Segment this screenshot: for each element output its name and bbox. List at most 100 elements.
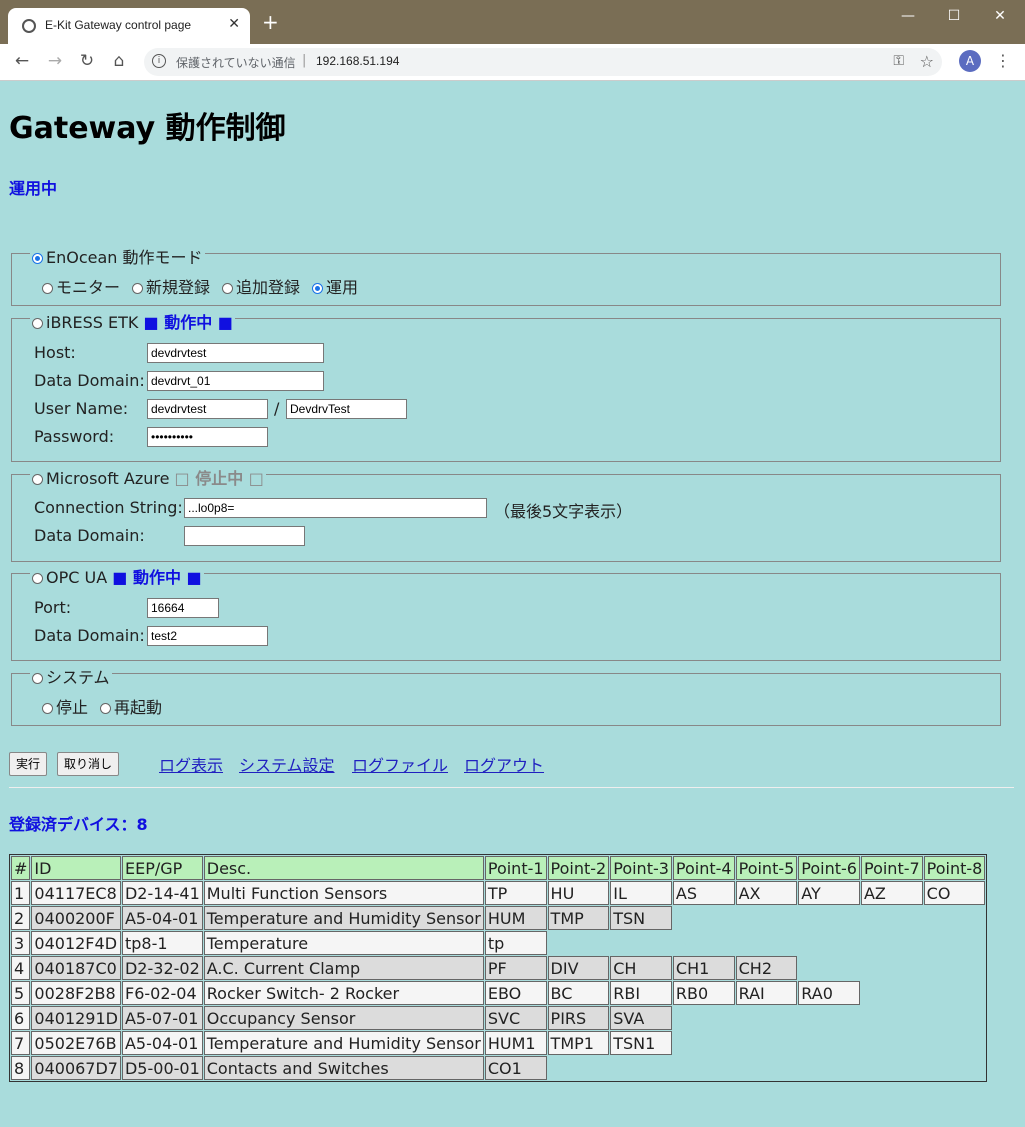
system-radio[interactable] xyxy=(32,673,43,684)
table-cell: F6-02-04 xyxy=(121,981,203,1005)
url-separator: | xyxy=(302,53,307,68)
browser-toolbar: ← → ↻ ⌂ i 保護されていない通信 | 192.168.51.194 ⚿ … xyxy=(0,44,1025,81)
tab-close-icon[interactable]: ✕ xyxy=(228,16,240,32)
key-icon[interactable]: ⚿ xyxy=(893,53,904,69)
table-cell: AY xyxy=(798,881,860,905)
table-cell: HUM1 xyxy=(484,1031,547,1055)
user-name-alt-input[interactable] xyxy=(286,399,407,419)
cancel-button[interactable]: 取り消し xyxy=(57,752,120,776)
table-cell: TSN xyxy=(610,906,672,930)
table-cell: CH xyxy=(610,956,672,980)
ibress-domain-input[interactable] xyxy=(147,371,324,391)
mode-new-registration[interactable]: 新規登録 xyxy=(132,274,210,298)
back-icon[interactable]: ← xyxy=(11,51,33,71)
table-cell: TMP xyxy=(547,906,610,930)
system-restart[interactable]: 再起動 xyxy=(100,694,162,718)
maximize-icon[interactable]: ☐ xyxy=(944,8,964,24)
table-cell: BC xyxy=(547,981,610,1005)
mode-monitor[interactable]: モニター xyxy=(42,274,120,298)
table-cell-empty xyxy=(924,1056,986,1080)
profile-avatar[interactable]: A xyxy=(959,50,981,72)
browser-tab[interactable]: E-Kit Gateway control page ✕ xyxy=(8,8,250,44)
enocean-radio[interactable] xyxy=(32,253,43,264)
table-cell: D2-14-41 xyxy=(121,881,203,905)
more-menu-icon[interactable]: ⋮ xyxy=(995,51,1011,70)
table-row: 3 04012F4D tp8-1 Temperature tp xyxy=(11,931,985,955)
log-view-link[interactable]: ログ表示 xyxy=(159,752,223,776)
table-cell: Contacts and Switches xyxy=(203,1056,484,1080)
table-cell: HUM xyxy=(484,906,547,930)
url-text[interactable]: 192.168.51.194 xyxy=(316,54,399,68)
ibress-radio[interactable] xyxy=(32,318,43,329)
table-cell: CO1 xyxy=(484,1056,547,1080)
user-slash: / xyxy=(274,399,280,418)
password-input[interactable] xyxy=(147,427,268,447)
table-cell: IL xyxy=(610,881,672,905)
new-tab-icon[interactable]: + xyxy=(262,12,279,32)
azure-domain-label: Data Domain: xyxy=(34,526,145,545)
opcua-domain-input[interactable] xyxy=(147,626,268,646)
opcua-status: ■ 動作中 ■ xyxy=(112,568,202,587)
table-cell: Multi Function Sensors xyxy=(203,881,484,905)
system-settings-link[interactable]: システム設定 xyxy=(239,752,335,776)
table-row: 5 0028F2B8 F6-02-04 Rocker Switch- 2 Rocker… xyxy=(11,981,985,1005)
execute-button[interactable]: 実行 xyxy=(9,752,48,776)
log-file-link[interactable]: ログファイル xyxy=(352,752,448,776)
column-header: ID xyxy=(31,856,121,880)
address-bar[interactable]: i 保護されていない通信 | 192.168.51.194 ⚿ ☆ xyxy=(144,48,942,76)
table-cell: D5-00-01 xyxy=(121,1056,203,1080)
azure-radio[interactable] xyxy=(32,474,43,485)
logout-link[interactable]: ログアウト xyxy=(464,752,544,776)
azure-domain-input[interactable] xyxy=(184,526,305,546)
ibress-domain-label: Data Domain: xyxy=(34,371,145,390)
azure-legend: Microsoft Azure □ 停止中 □ xyxy=(30,465,266,489)
table-cell: 8 xyxy=(11,1056,31,1080)
port-input[interactable] xyxy=(147,598,219,618)
table-cell: TSN1 xyxy=(610,1031,672,1055)
bookmark-star-icon[interactable]: ☆ xyxy=(920,52,934,71)
info-icon[interactable]: i xyxy=(152,54,166,68)
host-input[interactable] xyxy=(147,343,324,363)
system-restart-label: 再起動 xyxy=(114,698,163,717)
table-cell: RA0 xyxy=(798,981,860,1005)
azure-status: □ 停止中 □ xyxy=(174,469,264,488)
table-cell-empty xyxy=(924,931,986,955)
forward-icon[interactable]: → xyxy=(44,51,66,71)
mode-operation-radio[interactable] xyxy=(312,283,323,294)
system-stop-radio[interactable] xyxy=(42,703,53,714)
column-header: Point-1 xyxy=(484,856,547,880)
table-cell: 04117EC8 xyxy=(31,881,121,905)
operation-status: 運用中 xyxy=(9,179,58,198)
user-name-input[interactable] xyxy=(147,399,268,419)
mode-add-radio[interactable] xyxy=(222,283,233,294)
table-cell: tp xyxy=(484,931,547,955)
mode-add-registration[interactable]: 追加登録 xyxy=(222,274,300,298)
table-row: 2 0400200F A5-04-01 Temperature and Humidit… xyxy=(11,906,985,930)
table-cell-empty xyxy=(673,1031,735,1055)
table-cell-empty xyxy=(798,1006,860,1030)
reload-icon[interactable]: ↻ xyxy=(76,51,98,71)
table-cell: Rocker Switch- 2 Rocker xyxy=(203,981,484,1005)
mode-operation[interactable]: 運用 xyxy=(312,274,358,298)
connection-string-input[interactable] xyxy=(184,498,487,518)
user-name-label: User Name: xyxy=(34,399,129,418)
tab-title: E-Kit Gateway control page xyxy=(45,18,192,32)
table-cell: 4 xyxy=(11,956,31,980)
mode-monitor-radio[interactable] xyxy=(42,283,53,294)
ibress-fieldset: iBRESS ETK ■ 動作中 ■ Host: Data Domain: Us… xyxy=(11,309,1001,462)
table-cell-empty xyxy=(610,931,672,955)
system-restart-radio[interactable] xyxy=(100,703,111,714)
table-cell-empty xyxy=(673,931,735,955)
table-cell-empty xyxy=(736,906,798,930)
window-close-icon[interactable]: ✕ xyxy=(990,8,1010,24)
minimize-icon[interactable]: — xyxy=(898,8,918,24)
table-row: 1 04117EC8 D2-14-41 Multi Function Sensors T… xyxy=(11,881,986,905)
mode-new-radio[interactable] xyxy=(132,283,143,294)
table-cell-empty xyxy=(924,956,986,980)
enocean-fieldset: EnOcean 動作モード モニター 新規登録 追加登録 運用 xyxy=(11,244,1001,306)
system-stop[interactable]: 停止 xyxy=(42,694,88,718)
home-icon[interactable]: ⌂ xyxy=(108,51,130,71)
opcua-radio[interactable] xyxy=(32,573,43,584)
table-cell: PIRS xyxy=(547,1006,610,1030)
table-cell: EBO xyxy=(484,981,547,1005)
